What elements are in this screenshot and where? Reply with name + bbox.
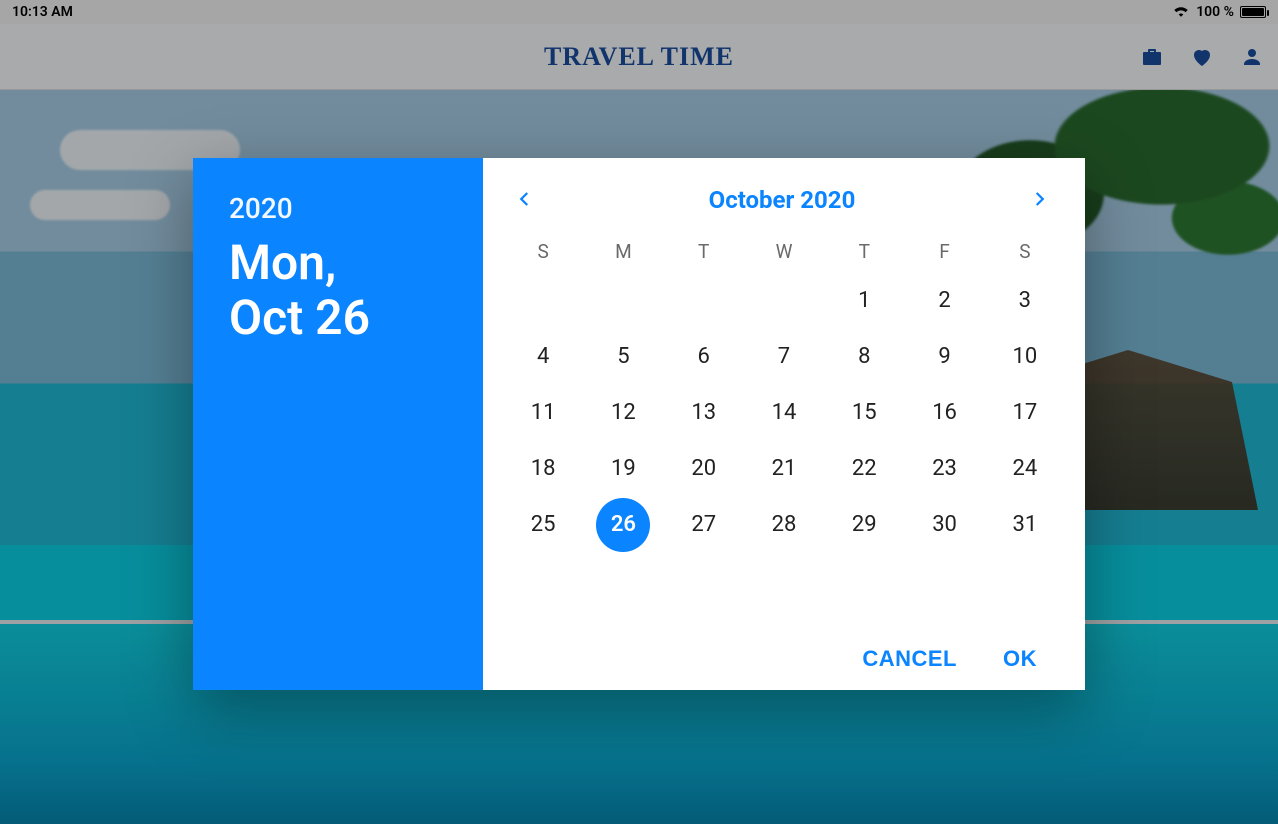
- calendar-day[interactable]: 9: [904, 329, 984, 385]
- calendar-day-number: 23: [918, 442, 972, 496]
- calendar-day-number: 18: [516, 442, 570, 496]
- selected-date-label[interactable]: Mon, Oct 26: [229, 235, 447, 345]
- calendar-day-number: 14: [757, 386, 811, 440]
- calendar-day-number: 27: [677, 498, 731, 552]
- calendar-blank: [503, 273, 583, 329]
- calendar-day-number: 24: [998, 442, 1052, 496]
- calendar-day[interactable]: 31: [985, 497, 1065, 553]
- calendar-day[interactable]: 16: [904, 385, 984, 441]
- calendar-day-number: 21: [757, 442, 811, 496]
- selected-date-line2: Oct 26: [229, 289, 370, 346]
- calendar-day[interactable]: 15: [824, 385, 904, 441]
- weekday-label: W: [744, 234, 824, 269]
- calendar-day-number: 19: [596, 442, 650, 496]
- calendar-day-number: 16: [918, 386, 972, 440]
- calendar-day[interactable]: 4: [503, 329, 583, 385]
- weekday-label: F: [904, 234, 984, 269]
- calendar-day[interactable]: 18: [503, 441, 583, 497]
- calendar-day-number: 15: [837, 386, 891, 440]
- calendar-day-number: 11: [516, 386, 570, 440]
- calendar-day-number: 7: [757, 330, 811, 384]
- weekday-label: T: [824, 234, 904, 269]
- date-picker-header: 2020 Mon, Oct 26: [193, 158, 483, 690]
- calendar-day[interactable]: 28: [744, 497, 824, 553]
- calendar-day-number: 1: [837, 274, 891, 328]
- calendar-day[interactable]: 30: [904, 497, 984, 553]
- cancel-button[interactable]: CANCEL: [862, 646, 957, 672]
- calendar-day[interactable]: 1: [824, 273, 904, 329]
- calendar-day-number: 22: [837, 442, 891, 496]
- calendar-day-number: 8: [837, 330, 891, 384]
- calendar-day[interactable]: 19: [583, 441, 663, 497]
- calendar-day[interactable]: 20: [664, 441, 744, 497]
- calendar-day-number: 26: [596, 498, 650, 552]
- calendar-day[interactable]: 2: [904, 273, 984, 329]
- calendar-day-number: 10: [998, 330, 1052, 384]
- calendar-day-number: 30: [918, 498, 972, 552]
- calendar-day-number: 12: [596, 386, 650, 440]
- calendar-day-number: 3: [998, 274, 1052, 328]
- weekday-label: S: [985, 234, 1065, 269]
- calendar-day[interactable]: 8: [824, 329, 904, 385]
- calendar-day[interactable]: 23: [904, 441, 984, 497]
- chevron-right-icon: [1030, 190, 1048, 211]
- calendar-day-number: 13: [677, 386, 731, 440]
- calendar-day[interactable]: 29: [824, 497, 904, 553]
- calendar-day[interactable]: 22: [824, 441, 904, 497]
- calendar-day-number: 20: [677, 442, 731, 496]
- date-picker-dialog: 2020 Mon, Oct 26 October 2020 SMTWTFS 12…: [193, 158, 1085, 690]
- next-month-button[interactable]: [1019, 180, 1059, 220]
- calendar-day[interactable]: 21: [744, 441, 824, 497]
- calendar-blank: [583, 273, 663, 329]
- calendar-grid: 1234567891011121314151617181920212223242…: [503, 273, 1065, 553]
- calendar-day[interactable]: 27: [664, 497, 744, 553]
- calendar-day[interactable]: 13: [664, 385, 744, 441]
- weekday-label: M: [583, 234, 663, 269]
- selected-date-line1: Mon,: [229, 234, 336, 291]
- calendar-day[interactable]: 17: [985, 385, 1065, 441]
- chevron-left-icon: [516, 190, 534, 211]
- ok-button[interactable]: OK: [1003, 646, 1037, 672]
- calendar-day[interactable]: 10: [985, 329, 1065, 385]
- calendar-day-number: 28: [757, 498, 811, 552]
- calendar-day-number: 5: [596, 330, 650, 384]
- calendar-day[interactable]: 11: [503, 385, 583, 441]
- calendar-blank: [744, 273, 824, 329]
- month-year-label[interactable]: October 2020: [709, 186, 856, 214]
- calendar-day[interactable]: 3: [985, 273, 1065, 329]
- calendar-day[interactable]: 12: [583, 385, 663, 441]
- calendar-blank: [664, 273, 744, 329]
- weekday-label: S: [503, 234, 583, 269]
- calendar-day-number: 2: [918, 274, 972, 328]
- calendar-day[interactable]: 5: [583, 329, 663, 385]
- calendar-day-number: 9: [918, 330, 972, 384]
- calendar-day-number: 31: [998, 498, 1052, 552]
- calendar-day-number: 6: [677, 330, 731, 384]
- calendar-day-number: 29: [837, 498, 891, 552]
- calendar-day-number: 4: [516, 330, 570, 384]
- year-label[interactable]: 2020: [229, 192, 447, 225]
- calendar-day-number: 25: [516, 498, 570, 552]
- calendar-day-number: 17: [998, 386, 1052, 440]
- calendar-day[interactable]: 25: [503, 497, 583, 553]
- weekday-header: SMTWTFS: [503, 234, 1065, 269]
- calendar-day[interactable]: 24: [985, 441, 1065, 497]
- dialog-actions: CANCEL OK: [503, 632, 1065, 678]
- previous-month-button[interactable]: [505, 180, 545, 220]
- calendar-day[interactable]: 14: [744, 385, 824, 441]
- calendar-day[interactable]: 26: [583, 497, 663, 553]
- month-navigation: October 2020: [503, 172, 1065, 228]
- calendar-day[interactable]: 7: [744, 329, 824, 385]
- calendar-day[interactable]: 6: [664, 329, 744, 385]
- weekday-label: T: [664, 234, 744, 269]
